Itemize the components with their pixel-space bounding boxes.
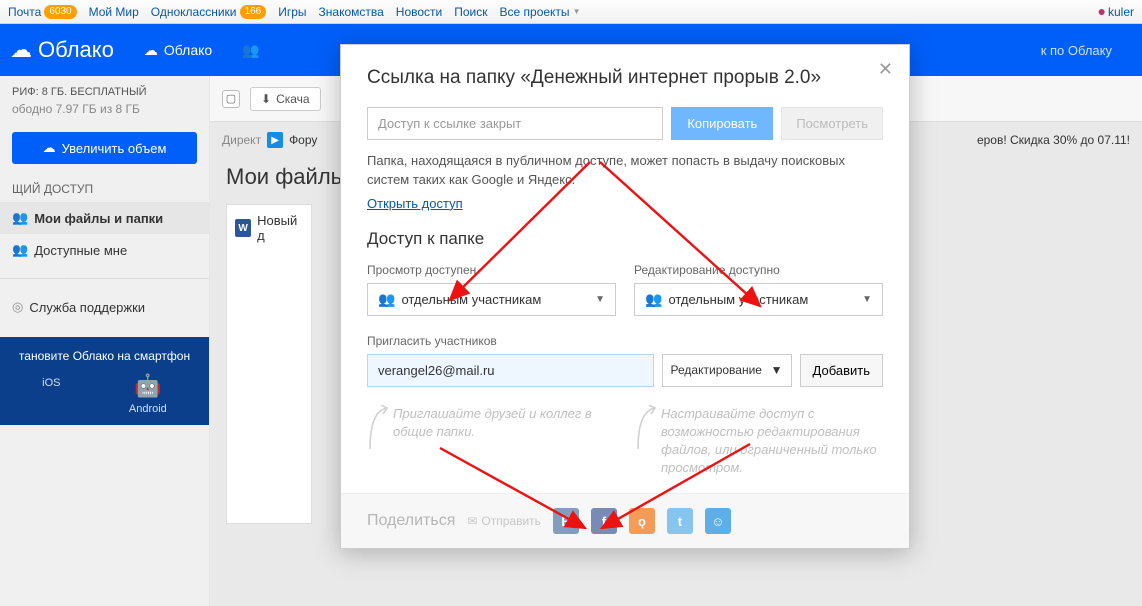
- share-link-field[interactable]: [367, 107, 663, 140]
- direct-forum-link[interactable]: Фору: [289, 133, 317, 147]
- download-icon: ⬇: [261, 92, 271, 106]
- folder-access-heading: Доступ к папке: [367, 229, 883, 249]
- sidebar-item-sharedtome[interactable]: 👥 Доступные мне: [0, 234, 209, 266]
- download-button[interactable]: ⬇ Скача: [250, 87, 321, 111]
- view-access-label: Просмотр доступен: [367, 263, 616, 277]
- edit-access-select[interactable]: 👥отдельным участникам ▼: [634, 283, 883, 316]
- top-news[interactable]: Новости: [396, 0, 442, 24]
- direct-arrow-icon: ▶: [267, 132, 283, 148]
- sidebar: РИФ: 8 ГБ. БЕСПЛАТНЫЙ ободно 7.97 ГБ из …: [0, 76, 210, 606]
- people-icon: 👥: [12, 210, 28, 226]
- sidebar-item-myfiles[interactable]: 👥 Мои файлы и папки: [0, 202, 209, 234]
- file-grid: W Новый д: [226, 204, 312, 524]
- view-access-select[interactable]: 👥отдельным участникам ▼: [367, 283, 616, 316]
- hint-invite: Приглашайте друзей и коллег в общие папк…: [367, 405, 615, 478]
- top-mymir[interactable]: Мой Мир: [89, 0, 139, 24]
- header-tab-people[interactable]: 👥: [242, 42, 259, 59]
- expand-storage-button[interactable]: ☁ Увеличить объем: [12, 132, 197, 164]
- invite-label: Пригласить участников: [367, 334, 883, 348]
- chevron-down-icon: ▼: [771, 363, 783, 377]
- mymir-share-button[interactable]: ☺: [705, 508, 731, 534]
- share-label: Поделиться: [367, 512, 455, 530]
- public-warning: Папка, находящаяся в публичном доступе, …: [367, 152, 883, 190]
- cloud-logo[interactable]: ☁ Облако: [10, 37, 114, 63]
- smartphone-banner: тановите Облако на смартфон iOS 🤖 Androi…: [0, 337, 209, 425]
- sidebar-section-shared: ЩИЙ ДОСТУП: [0, 170, 209, 202]
- topbar-user[interactable]: ●kuler: [1098, 0, 1134, 24]
- dropdown-icon: ▼: [573, 0, 581, 24]
- android-icon: 🤖: [134, 373, 161, 399]
- top-mail[interactable]: Почта 6030: [8, 0, 77, 24]
- share-footer: Поделиться ✉ Отправить B f ǫ t ☺: [341, 493, 909, 548]
- people-icon: 👥: [12, 242, 28, 258]
- people-icon: 👥: [242, 42, 259, 59]
- promo-text: еров! Скидка 30% до 07.11!: [977, 133, 1130, 147]
- chevron-down-icon: ▼: [862, 294, 872, 305]
- search-hint[interactable]: к по Облаку: [1041, 43, 1132, 58]
- cloud-icon: ☁: [43, 140, 56, 156]
- top-search[interactable]: Поиск: [454, 0, 487, 24]
- free-space-label: ободно 7.97 ГБ из 8 ГБ: [0, 102, 209, 126]
- top-dating[interactable]: Знакомства: [319, 0, 384, 24]
- open-access-link[interactable]: Открыть доступ: [367, 196, 463, 211]
- twitter-share-button[interactable]: t: [667, 508, 693, 534]
- support-link[interactable]: ◎ Служба поддержки: [0, 291, 209, 323]
- mailru-topbar: Почта 6030 Мой Мир Одноклассники 166 Игр…: [0, 0, 1142, 24]
- modal-title: Ссылка на папку «Денежный интернет проры…: [367, 67, 883, 89]
- add-button[interactable]: Добавить: [800, 354, 883, 387]
- hint-permissions: Настраивайте доступ с возможностью редак…: [635, 405, 883, 478]
- tariff-label: РИФ: 8 ГБ. БЕСПЛАТНЫЙ: [0, 76, 209, 102]
- view-button[interactable]: Посмотреть: [781, 107, 883, 140]
- edit-access-label: Редактирование доступно: [634, 263, 883, 277]
- select-all-checkbox[interactable]: ▢: [222, 90, 240, 108]
- top-games[interactable]: Игры: [278, 0, 306, 24]
- ok-badge: 166: [240, 5, 267, 19]
- cloud-icon: ☁: [10, 37, 32, 63]
- file-item[interactable]: W Новый д: [235, 213, 303, 243]
- people-icon: 👥: [645, 291, 662, 308]
- chevron-down-icon: ▼: [595, 294, 605, 305]
- direct-label: Директ: [222, 133, 261, 147]
- header-tab-cloud[interactable]: ☁ Облако: [144, 42, 212, 59]
- cloud-icon: ☁: [144, 42, 158, 59]
- top-allprojects[interactable]: Все проекты ▼: [500, 0, 581, 24]
- ok-share-button[interactable]: ǫ: [629, 508, 655, 534]
- close-button[interactable]: ✕: [878, 59, 893, 80]
- status-dot-icon: ●: [1098, 3, 1106, 19]
- invite-email-input[interactable]: [367, 354, 654, 387]
- lifebuoy-icon: ◎: [12, 299, 23, 315]
- share-folder-modal: ✕ Ссылка на папку «Денежный интернет про…: [340, 44, 910, 549]
- word-icon: W: [235, 219, 251, 237]
- envelope-icon: ✉: [467, 514, 477, 528]
- people-icon: 👥: [378, 291, 395, 308]
- copy-button[interactable]: Копировать: [671, 107, 773, 140]
- invite-permission-select[interactable]: Редактирование ▼: [662, 354, 792, 387]
- top-ok[interactable]: Одноклассники 166: [151, 0, 266, 24]
- mail-badge: 6030: [44, 5, 76, 19]
- ios-app-link[interactable]: iOS: [42, 373, 60, 415]
- vk-share-button[interactable]: B: [553, 508, 579, 534]
- facebook-share-button[interactable]: f: [591, 508, 617, 534]
- android-app-link[interactable]: 🤖 Android: [129, 373, 167, 415]
- send-email-button[interactable]: ✉ Отправить: [467, 514, 541, 528]
